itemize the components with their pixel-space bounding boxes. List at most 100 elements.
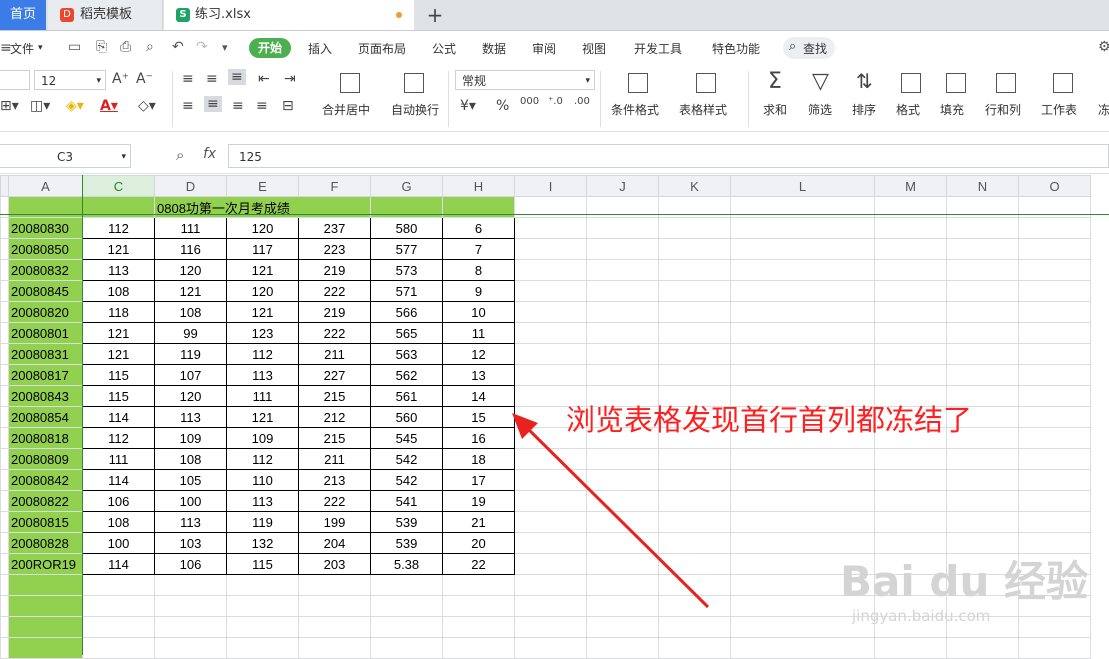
- score-cell[interactable]: 577: [370, 238, 443, 260]
- frozen-col-cell[interactable]: [8, 574, 83, 596]
- worksheet-button[interactable]: 工作表: [1041, 101, 1077, 118]
- menu-formula[interactable]: 公式: [432, 40, 456, 57]
- empty-cell[interactable]: [586, 364, 659, 386]
- formula-input[interactable]: 125: [228, 144, 1109, 168]
- align-top-icon[interactable]: ≡: [182, 71, 194, 87]
- score-cell[interactable]: 132: [226, 532, 299, 554]
- row-gutter[interactable]: [0, 532, 9, 554]
- print-icon[interactable]: ⎙: [120, 39, 131, 55]
- empty-cell[interactable]: [154, 637, 227, 659]
- score-cell[interactable]: 100: [82, 532, 155, 554]
- score-cell[interactable]: 539: [370, 511, 443, 533]
- menu-layout[interactable]: 页面布局: [358, 40, 406, 57]
- search-box[interactable]: ⌕ 查找: [783, 37, 835, 59]
- score-cell[interactable]: 580: [370, 217, 443, 239]
- empty-cell[interactable]: [946, 301, 1019, 323]
- score-cell[interactable]: 112: [82, 427, 155, 449]
- student-id-cell[interactable]: 20080831: [8, 343, 83, 365]
- score-cell[interactable]: 121: [82, 343, 155, 365]
- student-id-cell[interactable]: 20080815: [8, 511, 83, 533]
- thousands-icon[interactable]: 000: [520, 96, 539, 107]
- empty-cell[interactable]: [82, 616, 155, 638]
- column-header-h[interactable]: H: [442, 175, 515, 197]
- score-cell[interactable]: 571: [370, 280, 443, 302]
- empty-cell[interactable]: [586, 616, 659, 638]
- align-right-icon[interactable]: ≡: [232, 98, 244, 114]
- frozen-col-cell[interactable]: [8, 595, 83, 617]
- empty-cell[interactable]: [298, 637, 371, 659]
- score-cell[interactable]: 213: [298, 469, 371, 491]
- empty-cell[interactable]: [514, 322, 587, 344]
- redo-icon[interactable]: ↷: [196, 39, 208, 55]
- score-cell[interactable]: 222: [298, 490, 371, 512]
- empty-cell[interactable]: [874, 448, 947, 470]
- empty-cell[interactable]: [154, 616, 227, 638]
- row-col-icon[interactable]: [996, 73, 1016, 93]
- font-name-select[interactable]: [0, 70, 30, 90]
- empty-cell[interactable]: [658, 259, 731, 281]
- empty-cell[interactable]: [298, 574, 371, 596]
- new-tab-button[interactable]: +: [420, 0, 450, 30]
- preview-icon[interactable]: ⌕: [146, 39, 154, 55]
- empty-cell[interactable]: [586, 343, 659, 365]
- empty-cell[interactable]: [946, 280, 1019, 302]
- row-gutter[interactable]: [0, 259, 9, 281]
- auto-wrap-icon[interactable]: [404, 73, 424, 93]
- empty-cell[interactable]: [730, 280, 875, 302]
- score-cell[interactable]: 115: [82, 385, 155, 407]
- zoom-search-icon[interactable]: ⌕: [176, 146, 184, 164]
- empty-cell[interactable]: [730, 511, 875, 533]
- menu-data[interactable]: 数据: [482, 40, 506, 57]
- score-cell[interactable]: 14: [442, 385, 515, 407]
- empty-cell[interactable]: [1018, 406, 1091, 428]
- score-cell[interactable]: 121: [82, 322, 155, 344]
- student-id-cell[interactable]: 20080828: [8, 532, 83, 554]
- empty-cell[interactable]: [514, 616, 587, 638]
- score-cell[interactable]: 215: [298, 427, 371, 449]
- student-id-cell[interactable]: 20080817: [8, 364, 83, 386]
- menu-review[interactable]: 审阅: [532, 40, 556, 57]
- empty-cell[interactable]: [226, 595, 299, 617]
- conditional-format-button[interactable]: 条件格式: [611, 101, 659, 118]
- empty-cell[interactable]: [226, 637, 299, 659]
- empty-cell[interactable]: [154, 574, 227, 596]
- filter-button[interactable]: 筛选: [808, 101, 832, 118]
- row-gutter[interactable]: [0, 490, 9, 512]
- score-cell[interactable]: 5.38: [370, 553, 443, 575]
- row-gutter[interactable]: [0, 595, 9, 617]
- table-style-icon[interactable]: [696, 73, 716, 93]
- score-cell[interactable]: 215: [298, 385, 371, 407]
- column-header-o[interactable]: O: [1018, 175, 1091, 197]
- indent-increase-icon[interactable]: ⇥: [284, 71, 296, 87]
- score-cell[interactable]: 542: [370, 448, 443, 470]
- indent-decrease-icon[interactable]: ⇤: [258, 71, 270, 87]
- score-cell[interactable]: 114: [82, 553, 155, 575]
- empty-cell[interactable]: [730, 301, 875, 323]
- cell-style-icon[interactable]: ◫▾: [30, 98, 50, 114]
- row-gutter[interactable]: [0, 511, 9, 533]
- score-cell[interactable]: 10: [442, 301, 515, 323]
- score-cell[interactable]: 121: [82, 238, 155, 260]
- currency-icon[interactable]: ¥▾: [460, 98, 476, 114]
- row-gutter[interactable]: [0, 406, 9, 428]
- justify-icon[interactable]: ≡: [256, 98, 268, 114]
- score-cell[interactable]: 120: [154, 259, 227, 281]
- score-cell[interactable]: 222: [298, 322, 371, 344]
- row-gutter[interactable]: [0, 469, 9, 491]
- student-id-cell[interactable]: 20080842: [8, 469, 83, 491]
- score-cell[interactable]: 114: [82, 469, 155, 491]
- empty-cell[interactable]: [946, 490, 1019, 512]
- empty-cell[interactable]: [586, 637, 659, 659]
- empty-cell[interactable]: [1018, 364, 1091, 386]
- student-id-cell[interactable]: 20080830: [8, 217, 83, 239]
- empty-cell[interactable]: [946, 217, 1019, 239]
- menu-start[interactable]: 开始: [249, 38, 291, 58]
- decrease-font-icon[interactable]: A⁻: [136, 71, 153, 87]
- empty-cell[interactable]: [514, 238, 587, 260]
- score-cell[interactable]: 115: [82, 364, 155, 386]
- empty-cell[interactable]: [1018, 322, 1091, 344]
- tab-file[interactable]: S 练习.xlsx: [164, 0, 414, 30]
- empty-cell[interactable]: [514, 301, 587, 323]
- empty-cell[interactable]: [874, 238, 947, 260]
- empty-cell[interactable]: [730, 448, 875, 470]
